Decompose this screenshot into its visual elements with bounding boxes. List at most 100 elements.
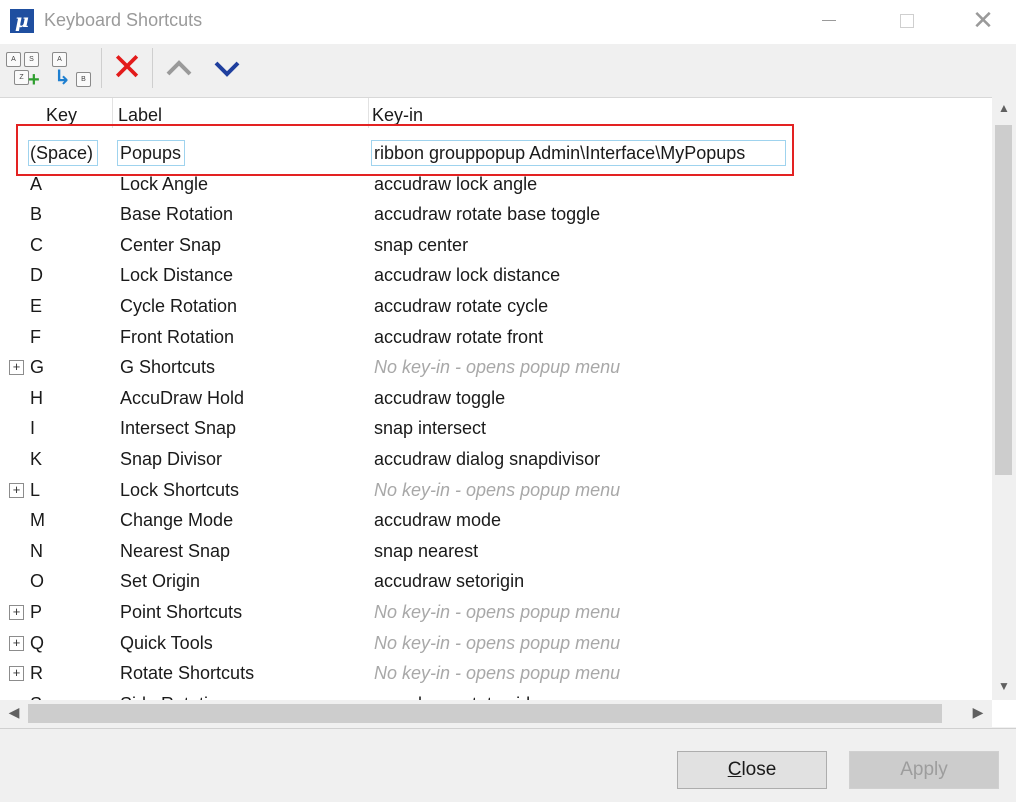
vertical-scroll-thumb[interactable] — [995, 125, 1012, 475]
row-key: N — [30, 540, 43, 561]
move-up-button[interactable] — [162, 52, 196, 86]
row-keyin: accudraw toggle — [374, 387, 506, 408]
row-label: Set Origin — [120, 571, 201, 592]
row-key: M — [30, 510, 45, 531]
row-key: L — [30, 479, 41, 500]
row-keyin: accudraw setorigin — [374, 571, 525, 592]
shortcut-row[interactable]: + R Rotate Shortcuts No key-in - opens popu… — [0, 658, 992, 688]
vertical-scrollbar[interactable]: ▲ ▼ — [992, 97, 1016, 700]
toolbar: A S Z + A B ↳ ✕ — [0, 44, 1016, 96]
row-keyin: No key-in - opens popup menu — [374, 663, 621, 684]
shortcut-row[interactable]: K Snap Divisor accudraw dialog snapdivisor — [0, 444, 992, 474]
shortcut-row[interactable]: C Center Snap snap center — [0, 230, 992, 260]
row-keyin: accudraw rotate cycle — [374, 296, 549, 316]
shortcut-row[interactable]: + L Lock Shortcuts No key-in - opens popup … — [0, 475, 992, 505]
shortcut-row[interactable]: + G G Shortcuts No key-in - opens popup men… — [0, 352, 992, 382]
chevron-up-icon — [166, 60, 192, 76]
row-keyin: No key-in - opens popup menu — [374, 602, 621, 622]
shortcut-row[interactable]: O Set Origin accudraw setorigin — [0, 566, 992, 596]
chevron-down-icon — [214, 61, 240, 77]
close-mnemonic: C — [727, 759, 742, 780]
row-label: AccuDraw Hold — [120, 387, 245, 408]
maximize-icon — [900, 13, 914, 28]
row-label: Base Rotation — [120, 204, 234, 225]
row-label: Quick Tools — [120, 632, 213, 653]
expand-plus-icon[interactable]: + — [9, 360, 24, 376]
keycap-icon: B — [76, 72, 91, 87]
row-keyin: snap intersect — [374, 418, 487, 439]
scrollbar-corner — [992, 700, 1016, 727]
row-keyin: snap center — [374, 234, 469, 255]
shortcut-row[interactable]: + P Point Shortcuts No key-in - opens popup… — [0, 597, 992, 627]
row-key: O — [30, 571, 45, 592]
shortcut-row[interactable]: N Nearest Snap snap nearest — [0, 536, 992, 566]
minimize-button[interactable] — [806, 0, 852, 44]
shortcut-row[interactable]: M Change Mode accudraw mode — [0, 505, 992, 535]
expand-plus-icon[interactable]: + — [9, 482, 24, 498]
row-key: B — [30, 204, 43, 225]
row-key: H — [30, 387, 43, 408]
maximize-button[interactable] — [884, 0, 930, 44]
horizontal-scrollbar[interactable]: ◀ ▶ — [0, 700, 992, 727]
column-header-key[interactable]: Key — [46, 105, 77, 126]
shortcut-row[interactable]: + Q Quick Tools No key-in - opens popup men… — [0, 628, 992, 658]
row-keyin: No key-in - opens popup menu — [374, 357, 621, 378]
row-label: Front Rotation — [120, 326, 235, 347]
row-key: Q — [30, 632, 45, 653]
shortcut-row[interactable]: B Base Rotation accudraw rotate base toggl… — [0, 199, 992, 229]
row-label: Nearest Snap — [120, 540, 231, 561]
row-keyin: No key-in - opens popup menu — [374, 479, 621, 500]
keycap-icon: A — [52, 52, 67, 67]
row-key: E — [30, 296, 43, 316]
expand-plus-icon[interactable]: + — [9, 666, 24, 682]
scroll-left-icon[interactable]: ◀ — [2, 704, 26, 721]
row-key: I — [30, 418, 36, 439]
row-label: Intersect Snap — [120, 418, 237, 439]
row-keyin: accudraw mode — [374, 510, 502, 531]
apply-button[interactable]: Apply — [849, 751, 999, 789]
move-down-button[interactable] — [210, 52, 244, 86]
horizontal-scroll-thumb[interactable] — [28, 704, 942, 723]
row-label: Rotate Shortcuts — [120, 663, 255, 684]
close-button[interactable]: Close — [677, 751, 827, 789]
keycap-icon: Z — [14, 70, 29, 85]
row-key: F — [30, 326, 41, 347]
shortcut-row[interactable]: F Front Rotation accudraw rotate front — [0, 322, 992, 352]
row-label: G Shortcuts — [120, 357, 216, 378]
window-title: Keyboard Shortcuts — [44, 10, 203, 30]
scroll-up-icon[interactable]: ▲ — [992, 101, 1016, 115]
scroll-right-icon[interactable]: ▶ — [966, 704, 990, 721]
row-label: Lock Distance — [120, 265, 234, 286]
row-keyin: accudraw rotate front — [374, 326, 544, 347]
row-label: Lock Angle — [120, 173, 209, 194]
add-shortcut-button[interactable]: A S Z + — [4, 48, 46, 92]
row-keyin: accudraw lock angle — [374, 173, 538, 194]
column-header-keyin[interactable]: Key-in — [372, 105, 423, 126]
shortcut-list[interactable]: Key Label Key-in (Space) Popups ribbon gro… — [0, 97, 992, 701]
row-key: K — [30, 449, 43, 469]
expand-plus-icon[interactable]: + — [9, 605, 24, 620]
toolbar-separator — [152, 48, 153, 88]
window-close-button[interactable]: ✕ — [960, 0, 1006, 44]
row-keyin: accudraw lock distance — [374, 265, 561, 286]
link-shortcut-button[interactable]: A B ↳ — [50, 48, 96, 92]
row-keyin: accudraw rotate base toggle — [374, 204, 601, 225]
row-label: Snap Divisor — [120, 449, 223, 469]
row-label: Center Snap — [120, 234, 222, 255]
keycap-icon: S — [24, 52, 39, 67]
expand-plus-icon[interactable]: + — [9, 635, 24, 651]
delete-shortcut-button[interactable]: ✕ — [108, 46, 146, 90]
column-header-label[interactable]: Label — [118, 105, 162, 126]
arrow-down-right-icon: ↳ — [54, 67, 71, 89]
shortcut-row[interactable]: I Intersect Snap snap intersect — [0, 413, 992, 443]
shortcut-row[interactable]: H AccuDraw Hold accudraw toggle — [0, 383, 992, 413]
row-label: Point Shortcuts — [120, 602, 243, 622]
scroll-down-icon[interactable]: ▼ — [992, 679, 1016, 693]
row-keyin: accudraw dialog snapdivisor — [374, 449, 601, 469]
shortcut-row[interactable]: D Lock Distance accudraw lock distance — [0, 260, 992, 290]
shortcut-row[interactable]: E Cycle Rotation accudraw rotate cycle — [0, 291, 992, 321]
row-label: Change Mode — [120, 510, 234, 531]
selected-row-highlight — [16, 124, 794, 176]
row-key: G — [30, 357, 45, 378]
title-bar: μ Keyboard Shortcuts ✕ — [0, 0, 1016, 44]
